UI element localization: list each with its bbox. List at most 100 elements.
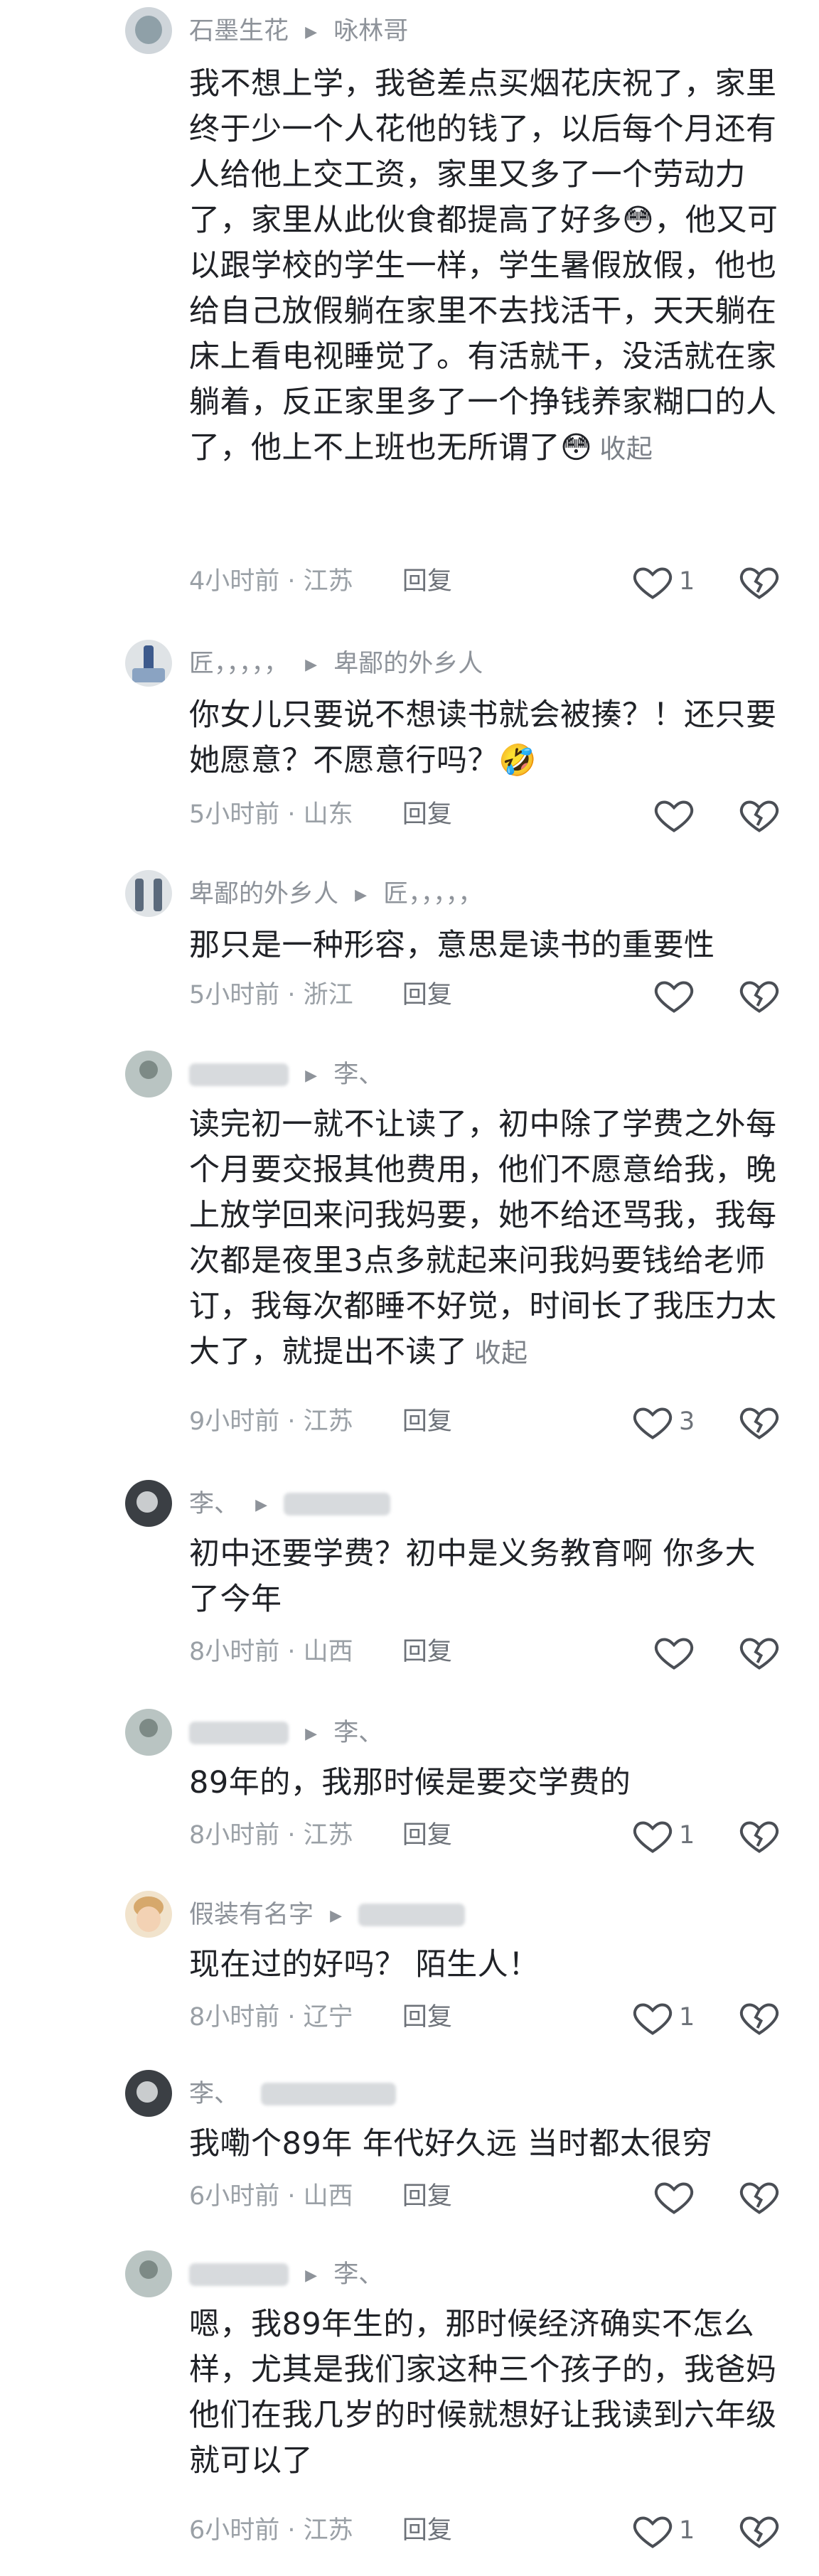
avatar[interactable] [125, 870, 172, 917]
location: 江苏 [303, 1407, 353, 1436]
comment-meta: 9小时前 · 江苏 回复 [189, 1407, 452, 1436]
heart-outline-icon[interactable] [653, 793, 695, 836]
reply-button[interactable]: 回复 [402, 2516, 452, 2545]
comment-header: 石墨生花 ▶ 咏林哥 [189, 10, 408, 53]
avatar[interactable] [125, 640, 172, 687]
broken-heart-icon[interactable] [738, 2175, 781, 2218]
heart-outline-icon[interactable] [631, 1400, 674, 1443]
reply-button[interactable]: 回复 [402, 1407, 452, 1436]
reply-to-name[interactable]: 李、 [333, 1061, 383, 1089]
reply-button[interactable]: 回复 [402, 1821, 452, 1850]
broken-heart-icon[interactable] [738, 1814, 781, 1857]
broken-heart-icon[interactable] [738, 1996, 781, 2039]
reply-to-name-redacted [261, 2083, 397, 2105]
comment-meta: 6小时前 · 山西 回复 [189, 2182, 452, 2211]
comment-header: 李、 [189, 2073, 397, 2115]
comment-text-content: 嗯，我89年生的，那时候经济确实不怎么样，尤其是我们家这种三个孩子的，我爸妈他们… [189, 2307, 777, 2479]
author-name-redacted [189, 2263, 289, 2286]
heart-outline-icon[interactable] [631, 1814, 674, 1857]
author-name[interactable]: 李、 [189, 2080, 239, 2108]
timestamp: 4小时前 [189, 567, 280, 596]
reply-button[interactable]: 回复 [402, 567, 452, 596]
reply-button[interactable]: 回复 [402, 2003, 452, 2032]
comment-text-content: 那只是一种形容，意思是读书的重要性 [189, 928, 715, 963]
reply-to-name[interactable]: 李、 [333, 2260, 383, 2289]
author-name[interactable]: 假装有名字 [189, 1901, 314, 1929]
caret-right-icon: ▶ [255, 1496, 268, 1514]
comment-text-content: 现在过的好吗？ 陌生人！ [189, 1947, 540, 1982]
avatar[interactable] [125, 2250, 172, 2297]
comment-header: 卑鄙的外乡人 ▶ 匠，，，，， [189, 873, 483, 916]
broken-heart-icon[interactable] [738, 560, 781, 603]
caret-right-icon: ▶ [305, 23, 318, 41]
author-name[interactable]: 卑鄙的外乡人 [189, 880, 338, 908]
like-count: 1 [679, 567, 695, 596]
avatar[interactable] [125, 1709, 172, 1756]
comment-text-content: 读完初一就不让读了，初中除了学费之外每个月要交报其他费用，他们不愿意给我，晚上放… [189, 1107, 777, 1370]
comment-meta: 4小时前 · 江苏 回复 [189, 567, 452, 596]
avatar[interactable] [125, 2070, 172, 2117]
caret-right-icon: ▶ [355, 886, 368, 904]
author-name-redacted [189, 1063, 289, 1086]
comment-text-content: 你女儿只要说不想读书就会被揍？！还只要她愿意？不愿意行吗？🤣 [189, 697, 777, 778]
caret-right-icon: ▶ [305, 656, 318, 674]
broken-heart-icon[interactable] [738, 1631, 781, 1673]
comment-header: ▶ 李、 [189, 1712, 383, 1754]
heart-outline-icon[interactable] [653, 2175, 695, 2218]
heart-outline-icon[interactable] [653, 974, 695, 1016]
broken-heart-icon[interactable] [738, 1400, 781, 1443]
comment-text-content: 我不想上学，我爸差点买烟花庆祝了，家里终于少一个人花他的钱了，以后每个月还有人给… [189, 66, 778, 466]
location: 江苏 [303, 1821, 353, 1850]
comment-text: 89年的，我那时候是要交学费的 [189, 1760, 786, 1805]
caret-right-icon: ▶ [305, 1067, 318, 1085]
timestamp: 5小时前 [189, 800, 280, 829]
author-name[interactable]: 匠，，，，， [189, 650, 289, 678]
comment-text: 你女儿只要说不想读书就会被揍？！还只要她愿意？不愿意行吗？🤣 [189, 692, 786, 783]
location: 山西 [303, 2182, 353, 2211]
timestamp: 8小时前 [189, 1638, 280, 1666]
avatar[interactable] [125, 1051, 172, 1098]
comment-text: 现在过的好吗？ 陌生人！ [189, 1942, 786, 1987]
comment-text-content: 我嘞个89年 年代好久远 当时都太很穷 [189, 2126, 713, 2162]
location: 浙江 [303, 981, 353, 1009]
reply-to-name-redacted [358, 1904, 466, 1926]
broken-heart-icon[interactable] [738, 2509, 781, 2552]
heart-outline-icon[interactable] [631, 560, 674, 603]
timestamp: 6小时前 [189, 2516, 280, 2545]
comment-meta: 8小时前 · 江苏 回复 [189, 1821, 452, 1850]
author-name[interactable]: 李、 [189, 1490, 239, 1518]
reply-button[interactable]: 回复 [402, 2182, 452, 2211]
avatar[interactable] [125, 7, 172, 54]
timestamp: 6小时前 [189, 2182, 280, 2211]
avatar[interactable] [125, 1891, 172, 1938]
location: 江苏 [303, 567, 353, 596]
collapse-link[interactable]: 收起 [599, 434, 653, 464]
reply-button[interactable]: 回复 [402, 981, 452, 1009]
comment-text: 读完初一就不让读了，初中除了学费之外每个月要交报其他费用，他们不愿意给我，晚上放… [189, 1102, 786, 1376]
broken-heart-icon[interactable] [738, 974, 781, 1016]
comment-text: 初中还要学费？初中是义务教育啊 你多大了今年 [189, 1531, 786, 1622]
comment-header: 匠，，，，， ▶ 卑鄙的外乡人 [189, 643, 483, 685]
comment-text-content: 初中还要学费？初中是义务教育啊 你多大了今年 [189, 1536, 756, 1617]
comment-text: 我嘞个89年 年代好久远 当时都太很穷 [189, 2121, 786, 2167]
reply-button[interactable]: 回复 [402, 1638, 452, 1666]
reply-to-name[interactable]: 李、 [333, 1719, 383, 1747]
comment-text-content: 89年的，我那时候是要交学费的 [189, 1765, 631, 1800]
author-name[interactable]: 石墨生花 [189, 17, 289, 45]
comment-header: ▶ 李、 [189, 1053, 383, 1096]
like-count: 1 [679, 2516, 695, 2545]
heart-outline-icon[interactable] [653, 1631, 695, 1673]
heart-outline-icon[interactable] [631, 2509, 674, 2552]
reply-to-name[interactable]: 匠，，，，， [383, 880, 483, 908]
comment-meta: 8小时前 · 辽宁 回复 [189, 2003, 452, 2032]
avatar[interactable] [125, 1480, 172, 1527]
broken-heart-icon[interactable] [738, 793, 781, 836]
heart-outline-icon[interactable] [631, 1996, 674, 2039]
reply-button[interactable]: 回复 [402, 800, 452, 829]
reply-to-name[interactable]: 咏林哥 [333, 17, 408, 45]
collapse-link[interactable]: 收起 [475, 1338, 528, 1368]
reply-to-name[interactable]: 卑鄙的外乡人 [333, 650, 483, 678]
location: 山西 [303, 1638, 353, 1666]
caret-right-icon: ▶ [330, 1907, 343, 1925]
location: 山东 [303, 800, 353, 829]
